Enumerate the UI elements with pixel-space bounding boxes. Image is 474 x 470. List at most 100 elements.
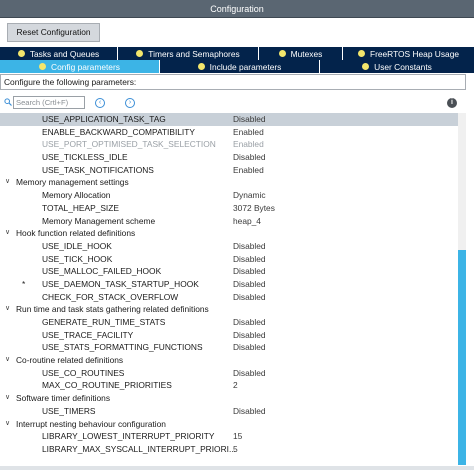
group-header[interactable]: ∨ Co-routine related definitions [0, 354, 461, 367]
group-header[interactable]: ∨ Run time and task stats gathering relat… [0, 303, 461, 316]
group-title: Software timer definitions [16, 393, 111, 404]
group-header[interactable]: ∨ Software timer definitions [0, 392, 461, 405]
parameter-value[interactable]: Disabled [233, 329, 266, 342]
tab-include-parameters[interactable]: Include parameters [160, 60, 320, 73]
status-dot-icon [357, 50, 365, 57]
parameter-row[interactable]: LIBRARY_LOWEST_INTERRUPT_PRIORITY 15 [0, 430, 461, 443]
group-header[interactable]: ∨ Hook function related definitions [0, 227, 461, 240]
search-icon [4, 98, 12, 106]
parameter-name: GENERATE_RUN_TIME_STATS [42, 317, 166, 327]
parameter-name: USE_STATS_FORMATTING_FUNCTIONS [42, 342, 203, 353]
chevron-down-icon[interactable]: ∨ [5, 354, 10, 367]
status-dot-icon [197, 63, 205, 70]
parameter-value[interactable]: 15 [233, 430, 242, 443]
parameter-value[interactable]: Disabled [233, 113, 266, 126]
search-previous-button[interactable]: ‹ [95, 98, 105, 108]
parameter-name: USE_CO_ROUTINES [42, 367, 125, 378]
parameter-row[interactable]: USE_TICK_HOOK Disabled [0, 253, 461, 266]
parameter-value[interactable]: Disabled [233, 405, 266, 418]
parameter-row[interactable]: USE_CO_ROUTINES Disabled [0, 367, 461, 380]
parameter-value[interactable]: Disabled [233, 253, 266, 266]
parameter-name: CHECK_FOR_STACK_OVERFLOW [42, 291, 179, 302]
parameter-name: USE_TICK_HOOK [42, 253, 113, 264]
tab-mutexes[interactable]: Mutexes [259, 47, 343, 60]
tab-config-parameters[interactable]: Config parameters [0, 60, 160, 73]
parameter-name: USE_MALLOC_FAILED_HOOK [42, 266, 162, 277]
parameter-row[interactable]: MAX_CO_ROUTINE_PRIORITIES 2 [0, 379, 461, 392]
footer-strip [0, 466, 474, 470]
parameter-value[interactable]: 5 [233, 443, 238, 456]
status-dot-icon [362, 63, 370, 70]
chevron-down-icon[interactable]: ∨ [5, 227, 10, 240]
configure-parameters-label: Configure the following parameters: [0, 74, 466, 90]
parameter-row[interactable]: USE_APPLICATION_TASK_TAG Disabled [0, 113, 461, 126]
tabs-row-2: Config parameters Include parameters Use… [0, 60, 474, 73]
group-title: Hook function related definitions [16, 228, 136, 239]
parameter-row[interactable]: Memory Management scheme heap_4 [0, 215, 461, 228]
status-dot-icon [39, 63, 47, 70]
parameter-row[interactable]: USE_TASK_NOTIFICATIONS Enabled [0, 164, 461, 177]
parameter-value[interactable]: Disabled [233, 240, 266, 253]
parameter-row[interactable]: LIBRARY_MAX_SYSCALL_INTERRUPT_PRIORI... 5 [0, 443, 461, 456]
group-title: Co-routine related definitions [16, 355, 124, 366]
parameter-row[interactable]: * USE_DAEMON_TASK_STARTUP_HOOK Disabled [0, 278, 461, 291]
chevron-down-icon[interactable]: ∨ [5, 176, 10, 189]
tab-user-constants[interactable]: User Constants [320, 60, 474, 73]
parameter-row[interactable]: USE_PORT_OPTIMISED_TASK_SELECTION Enabled [0, 138, 461, 151]
parameter-name: Memory Management scheme [42, 215, 156, 226]
tab-freertos-heap-usage[interactable]: FreeRTOS Heap Usage [343, 47, 474, 60]
parameter-name: LIBRARY_LOWEST_INTERRUPT_PRIORITY [42, 431, 215, 442]
parameter-row[interactable]: ENABLE_BACKWARD_COMPATIBILITY Enabled [0, 126, 461, 139]
parameter-value[interactable]: Disabled [233, 291, 266, 304]
tab-timers-and-semaphores[interactable]: Timers and Semaphores [118, 47, 259, 60]
parameter-value[interactable]: Disabled [233, 341, 266, 354]
parameter-row[interactable]: USE_TRACE_FACILITY Disabled [0, 329, 461, 342]
chevron-down-icon[interactable]: ∨ [5, 303, 10, 316]
parameter-value[interactable]: 3072 Bytes [233, 202, 275, 215]
parameter-value[interactable]: 2 [233, 379, 238, 392]
parameter-name: LIBRARY_MAX_SYSCALL_INTERRUPT_PRIORI... [42, 443, 236, 454]
parameter-value[interactable]: Disabled [233, 316, 266, 329]
reset-configuration-button[interactable]: Reset Configuration [7, 23, 100, 42]
parameter-value[interactable]: Enabled [233, 126, 264, 139]
parameter-value[interactable]: Disabled [233, 367, 266, 380]
parameter-row[interactable]: USE_IDLE_HOOK Disabled [0, 240, 461, 253]
group-header[interactable]: ∨ Interrupt nesting behaviour configurati… [0, 418, 461, 431]
parameter-name: USE_PORT_OPTIMISED_TASK_SELECTION [42, 139, 216, 150]
parameter-value[interactable]: Dynamic [233, 189, 266, 202]
parameter-row[interactable]: USE_TIMERS Disabled [0, 405, 461, 418]
parameter-name: TOTAL_HEAP_SIZE [42, 202, 119, 213]
parameter-row[interactable]: USE_STATS_FORMATTING_FUNCTIONS Disabled [0, 341, 461, 354]
chevron-down-icon[interactable]: ∨ [5, 392, 10, 405]
group-title: Run time and task stats gathering relate… [16, 304, 209, 315]
parameter-name: USE_TIMERS [42, 405, 96, 416]
scrollbar[interactable] [458, 113, 466, 465]
parameter-value[interactable]: heap_4 [233, 215, 261, 228]
parameter-name: USE_TASK_NOTIFICATIONS [42, 164, 154, 175]
parameter-value[interactable]: Enabled [233, 164, 264, 177]
parameter-value[interactable]: Enabled [233, 138, 264, 151]
parameter-row[interactable]: CHECK_FOR_STACK_OVERFLOW Disabled [0, 291, 461, 304]
window-title-bar: Configuration [0, 0, 474, 18]
parameter-name: USE_APPLICATION_TASK_TAG [42, 114, 166, 124]
parameter-row[interactable]: USE_MALLOC_FAILED_HOOK Disabled [0, 265, 461, 278]
parameter-row[interactable]: GENERATE_RUN_TIME_STATS Disabled [0, 316, 461, 329]
tab-tasks-and-queues[interactable]: Tasks and Queues [0, 47, 118, 60]
search-input[interactable] [13, 96, 85, 109]
group-header[interactable]: ∨ Memory management settings [0, 176, 461, 189]
parameter-name: USE_DAEMON_TASK_STARTUP_HOOK [42, 278, 199, 289]
parameter-tree: USE_APPLICATION_TASK_TAG Disabled ENABLE_B… [0, 113, 461, 465]
parameter-name: MAX_CO_ROUTINE_PRIORITIES [42, 380, 172, 391]
window-title: Configuration [210, 4, 264, 14]
parameter-value[interactable]: Disabled [233, 151, 266, 164]
parameter-value[interactable]: Disabled [233, 265, 266, 278]
parameter-row[interactable]: TOTAL_HEAP_SIZE 3072 Bytes [0, 202, 461, 215]
search-next-button[interactable]: › [125, 98, 135, 108]
scrollbar-thumb[interactable] [458, 250, 466, 465]
parameter-value[interactable]: Disabled [233, 278, 266, 291]
info-icon[interactable]: i [447, 98, 457, 108]
chevron-down-icon[interactable]: ∨ [5, 418, 10, 431]
parameter-row[interactable]: USE_TICKLESS_IDLE Disabled [0, 151, 461, 164]
parameter-row[interactable]: Memory Allocation Dynamic [0, 189, 461, 202]
parameter-name: USE_TICKLESS_IDLE [42, 152, 128, 163]
